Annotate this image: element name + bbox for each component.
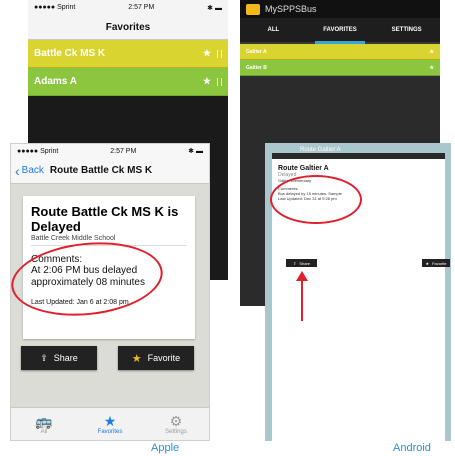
tab-label: Settings <box>165 429 187 435</box>
bus-icon: 🚌 <box>35 413 53 429</box>
back-button[interactable]: ‹ Back <box>15 162 44 179</box>
share-icon: ⇪ <box>292 260 297 266</box>
favorite-row[interactable]: Galtier A ★ <box>240 44 440 60</box>
battery-icon: ✱ ▬ <box>188 148 203 155</box>
tab-all[interactable]: 🚌 All <box>11 408 77 440</box>
clock-label: 2:57 PM <box>128 4 155 11</box>
bus-logo-icon <box>246 3 260 15</box>
share-button[interactable]: ⇪ Share <box>21 346 97 370</box>
star-icon: ★ <box>103 413 117 429</box>
header-title: Route Galtier A <box>300 147 341 153</box>
favorite-row-label: Battle Ck MS K <box>34 48 106 59</box>
tab-label: Favorites <box>97 429 123 435</box>
carrier-label: ●●●●● Sprint <box>34 4 76 11</box>
favorite-row[interactable]: Battle Ck MS K ★ <box>28 40 228 68</box>
favorite-button[interactable]: ★ Favorite <box>422 259 450 267</box>
android-detail-panel: Route Galtier A Route Galtier A Delayed … <box>270 147 450 441</box>
page-title: Route Battle Ck MS K <box>49 165 153 176</box>
page-title: Favorites <box>105 21 151 33</box>
clock-label: 2:57 PM <box>110 147 137 155</box>
route-headline: Route Battle Ck MS K is Delayed <box>31 204 179 234</box>
tab-settings[interactable]: ⚙ Settings <box>143 408 209 440</box>
star-icon[interactable]: ★ <box>203 76 211 87</box>
favorite-button[interactable]: ★ Favorite <box>118 346 194 370</box>
android-caption: Android <box>393 442 431 454</box>
tab-favorites[interactable]: ★ Favorites <box>77 408 143 440</box>
share-label: Share <box>53 353 78 363</box>
ios-status-bar: ●●●●● Sprint 2:57 PM ✱ ▬ <box>28 0 228 15</box>
favorite-row-label: Galtier A <box>246 48 267 55</box>
ios-tab-bar: 🚌 All ★ Favorites ⚙ Settings <box>11 407 209 440</box>
share-button[interactable]: ⇪ Share <box>286 259 317 267</box>
star-icon[interactable]: ★ <box>430 49 434 55</box>
battery-icon: ✱ ▬ <box>207 4 222 12</box>
star-icon[interactable]: ★ <box>430 65 434 71</box>
row-controls: ★ <box>203 48 222 59</box>
highlight-circle <box>270 175 362 224</box>
favorite-row-label: Adams A <box>34 76 77 87</box>
share-label: Share <box>299 260 311 266</box>
gear-icon: ⚙ <box>169 413 183 429</box>
row-controls: ★ <box>203 76 222 87</box>
tab-settings[interactable]: SETTINGS <box>373 18 440 42</box>
star-icon: ★ <box>131 352 142 365</box>
tab-label: All <box>40 429 48 435</box>
apple-caption: Apple <box>151 442 180 454</box>
favorite-label: Favorite <box>147 353 181 363</box>
tab-all[interactable]: ALL <box>240 18 307 42</box>
star-icon: ★ <box>425 260 430 266</box>
favorites-navbar: Favorites <box>28 15 228 40</box>
favorite-row[interactable]: Adams A ★ <box>28 68 228 96</box>
annotation-arrow-shaft <box>301 279 303 321</box>
back-label: Back <box>21 165 44 176</box>
favorite-row-label: Galtier B <box>246 64 267 71</box>
share-icon: ⇪ <box>40 352 48 363</box>
chevron-left-icon: ‹ <box>15 162 20 179</box>
ios-status-bar: ●●●●● Sprint 2:57 PM ✱ ▬ <box>11 144 209 158</box>
app-title: MySPPSBus <box>265 4 317 14</box>
favorite-label: Favorite <box>432 260 447 266</box>
favorite-row[interactable]: Galtier B ★ <box>240 60 440 76</box>
route-title: Route Galtier A <box>278 165 329 172</box>
reorder-handle-icon[interactable] <box>217 49 222 58</box>
android-tab-bar: ALL FAVORITES SETTINGS <box>240 18 440 44</box>
detail-navbar: ‹ Back Route Battle Ck MS K <box>11 158 209 184</box>
tab-favorites[interactable]: FAVORITES <box>307 18 374 44</box>
android-action-bar: MySPPSBus <box>240 0 440 18</box>
carrier-label: ●●●●● Sprint <box>17 147 59 155</box>
android-route-detail-screen: Route Galtier A Route Galtier A Delayed … <box>265 143 451 441</box>
reorder-handle-icon[interactable] <box>217 77 222 86</box>
star-icon[interactable]: ★ <box>203 48 211 59</box>
ios-route-detail-screen: ●●●●● Sprint 2:57 PM ✱ ▬ ‹ Back Route Ba… <box>10 143 210 441</box>
